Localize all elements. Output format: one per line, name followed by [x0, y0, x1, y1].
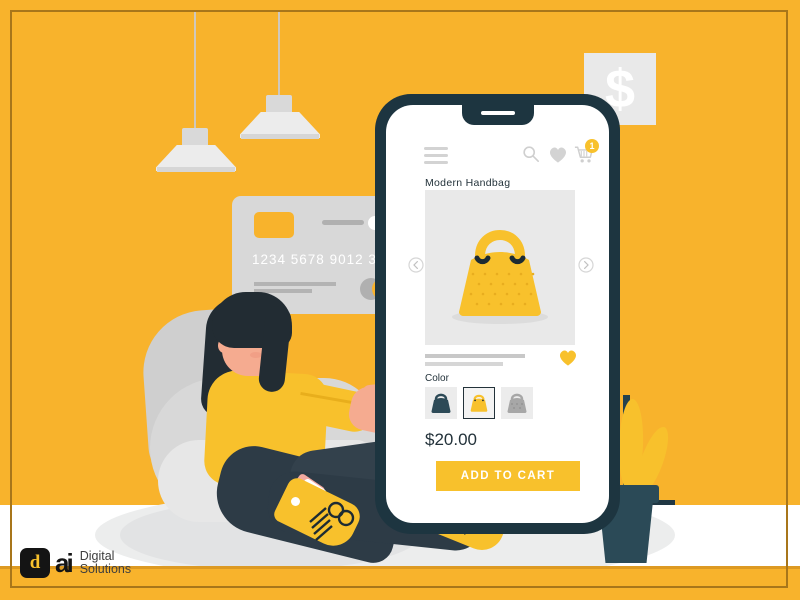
phone-screen: 1 Modern Handbag Color $20.00 ADD TO CAR… [386, 105, 609, 523]
shoe-eyelet [291, 497, 300, 506]
product-title: Modern Handbag [425, 177, 511, 189]
add-to-cart-button[interactable]: ADD TO CART [436, 461, 580, 491]
logo-mark-icon: ai [55, 548, 74, 578]
color-swatch-yellow[interactable] [463, 387, 495, 419]
card-chip-icon [254, 212, 294, 238]
menu-icon[interactable] [424, 147, 448, 168]
color-swatch-grey[interactable] [501, 387, 533, 419]
product-image [425, 190, 575, 345]
logo-badge-icon: d [20, 548, 50, 578]
brand-logo: d ai Digital Solutions [20, 548, 131, 578]
card-number: 1234 5678 9012 345 [252, 252, 394, 267]
handbag-illustration [452, 230, 548, 324]
handbag-swatch-icon [507, 393, 527, 413]
favorite-heart-icon[interactable] [558, 348, 578, 367]
description-placeholder-line [425, 362, 503, 366]
carousel-prev-button[interactable] [408, 257, 424, 273]
phone-speaker [481, 111, 515, 115]
color-swatch-dark-teal[interactable] [425, 387, 457, 419]
shoelace-icon [309, 501, 355, 541]
illustration-canvas: $ 1234 5678 9012 345 1 Modern Handbag Co… [0, 0, 800, 600]
carousel-next-button[interactable] [578, 257, 594, 273]
cart-badge: 1 [585, 139, 599, 153]
lamp-cord-left [194, 10, 196, 135]
lamp-fringe-left [157, 167, 235, 172]
search-icon[interactable] [522, 145, 540, 163]
lamp-cord-right [278, 10, 280, 100]
card-strip [322, 220, 364, 225]
description-placeholder-line [425, 354, 525, 358]
logo-line-2: Solutions [79, 562, 132, 576]
handbag-swatch-icon [470, 394, 488, 412]
lamp-fringe-right [241, 134, 319, 139]
color-label: Color [425, 373, 449, 384]
heart-icon[interactable] [548, 145, 568, 164]
product-price: $20.00 [425, 430, 477, 449]
phone-notch [462, 105, 534, 125]
handbag-swatch-icon [431, 393, 451, 413]
app-bar: 1 [386, 135, 609, 175]
logo-text: Digital Solutions [80, 550, 131, 576]
